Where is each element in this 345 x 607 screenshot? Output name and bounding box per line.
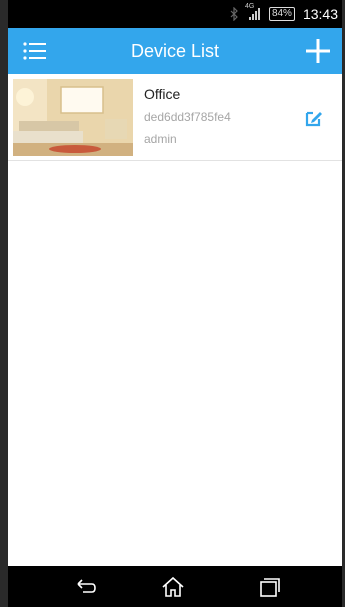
- recent-apps-icon[interactable]: [256, 575, 282, 599]
- page-title: Device List: [130, 40, 220, 61]
- sync-icon: [229, 7, 239, 21]
- edit-icon[interactable]: [304, 108, 324, 128]
- list-menu-icon[interactable]: [22, 39, 48, 63]
- device-thumbnail: [13, 79, 133, 156]
- signal-icon: 4G: [245, 3, 261, 21]
- back-icon[interactable]: [72, 575, 98, 599]
- clock: 13:43: [302, 6, 338, 22]
- list-item[interactable]: Office ded6dd3f785fe4 admin: [8, 74, 342, 161]
- status-bar: 4G 84% 13:43: [8, 0, 342, 28]
- network-type: 4G: [244, 3, 255, 10]
- battery-indicator: 84%: [268, 7, 295, 21]
- home-icon[interactable]: [160, 575, 186, 599]
- device-id: ded6dd3f785fe4: [144, 110, 231, 124]
- app-bar: Device List: [8, 28, 342, 74]
- device-user: admin: [144, 132, 177, 146]
- device-name: Office: [144, 86, 181, 102]
- navigation-bar: [8, 566, 342, 607]
- plus-icon[interactable]: [304, 37, 332, 65]
